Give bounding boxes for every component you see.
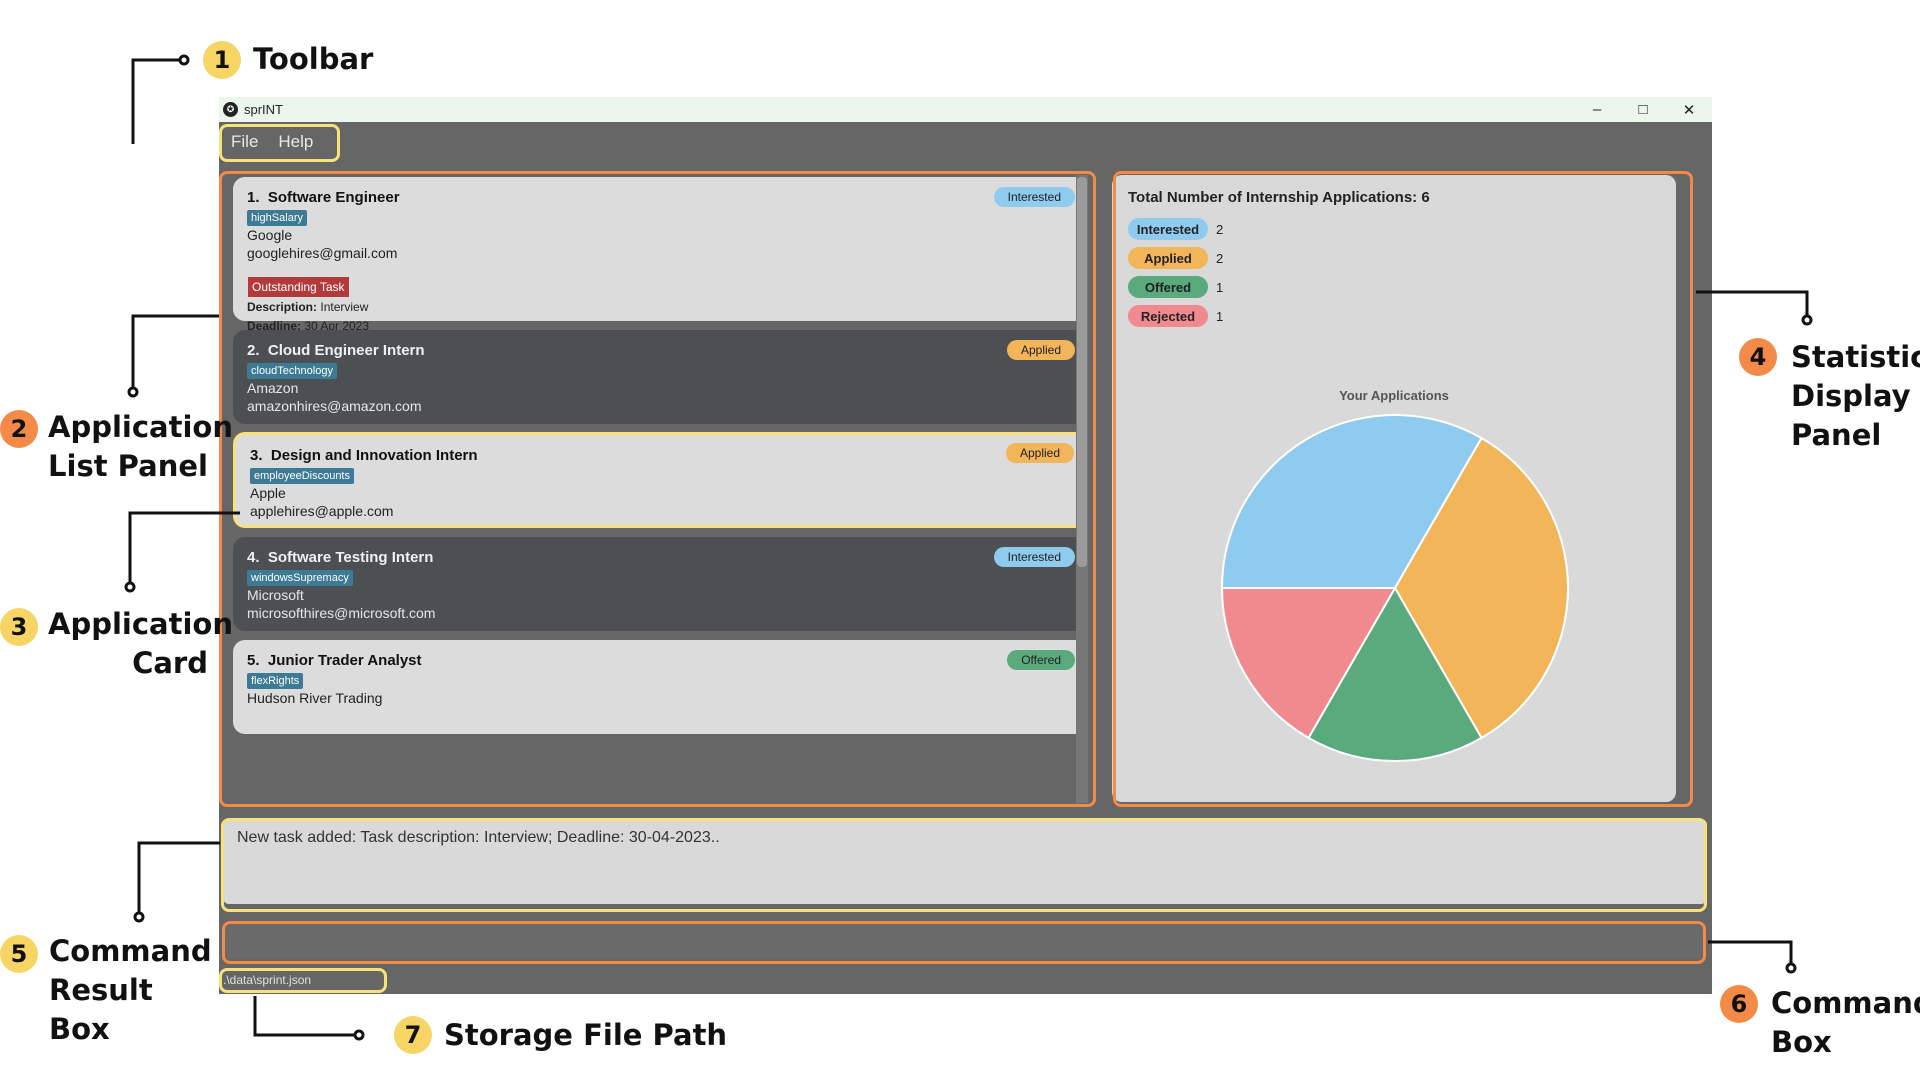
application-list-panel[interactable]: 1. Software Engineer Interested highSala… <box>233 177 1093 803</box>
annotation-label: Application List Panel <box>48 410 233 483</box>
card-tag: flexRights <box>247 673 304 689</box>
card-role: Junior Trader Analyst <box>267 652 422 669</box>
card-role: Cloud Engineer Intern <box>267 342 425 359</box>
card-index: 4. <box>247 549 260 566</box>
annotation-badge: 6 <box>1720 985 1758 1023</box>
app-logo-icon: ✪ <box>223 102 238 117</box>
applications-pie-chart <box>1220 414 1569 762</box>
annotation-label: Statistics Display Panel <box>1791 340 1920 452</box>
application-card[interactable]: 4. Software Testing Intern Interested wi… <box>233 537 1087 631</box>
annotation-label: Storage File Path <box>444 1018 728 1052</box>
legend-offered: Offered 1 <box>1128 276 1223 298</box>
card-company: Microsoft <box>247 587 304 603</box>
card-email: microsofthires@microsoft.com <box>247 605 436 621</box>
legend-label: Offered <box>1128 276 1208 298</box>
status-badge: Interested <box>993 547 1075 567</box>
legend-count: 2 <box>1216 221 1224 237</box>
legend-label: Applied <box>1128 247 1208 269</box>
card-index: 3. <box>250 447 263 464</box>
toolbar: File Help <box>219 122 333 162</box>
annotation-badge: 3 <box>0 608 38 646</box>
card-role: Design and Innovation Intern <box>270 447 478 464</box>
outstanding-task-badge: Outstanding Task <box>247 276 350 298</box>
storage-file-path: .\data\sprint.json <box>223 973 312 987</box>
annotation-label: Command Result Box <box>49 934 212 1046</box>
card-index: 1. <box>247 189 260 206</box>
card-company: Amazon <box>247 380 299 396</box>
annotation-badge: 4 <box>1739 338 1777 376</box>
card-tag: cloudTechnology <box>247 363 337 379</box>
annotation-badge: 5 <box>0 935 38 973</box>
card-email: amazonhires@amazon.com <box>247 398 422 414</box>
menu-file[interactable]: File <box>231 132 258 152</box>
task-description-label: Description: <box>247 300 318 314</box>
chart-title: Your Applications <box>1339 388 1449 403</box>
legend-label: Interested <box>1128 218 1208 240</box>
card-email: applehires@apple.com <box>250 503 394 519</box>
status-badge: Applied <box>1005 443 1074 463</box>
card-company: Hudson River Trading <box>247 690 383 706</box>
task-description: Interview <box>320 300 369 314</box>
status-badge: Interested <box>993 187 1075 207</box>
card-company: Apple <box>250 485 286 501</box>
window-title: sprINT <box>244 102 283 117</box>
minimize-button[interactable]: – <box>1574 97 1620 122</box>
annotation-badge: 7 <box>394 1016 432 1054</box>
menu-help[interactable]: Help <box>278 132 313 152</box>
maximize-button[interactable]: □ <box>1620 97 1666 122</box>
close-button[interactable]: ✕ <box>1666 97 1712 122</box>
legend-label: Rejected <box>1128 305 1208 327</box>
card-company: Google <box>247 227 293 243</box>
card-role: Software Testing Intern <box>267 549 434 566</box>
stats-total: Total Number of Internship Applications:… <box>1128 189 1430 206</box>
card-index: 5. <box>247 652 260 669</box>
card-role: Software Engineer <box>267 189 400 206</box>
legend-count: 1 <box>1216 279 1224 295</box>
status-badge: Applied <box>1006 340 1075 360</box>
card-tag: employeeDiscounts <box>250 468 354 484</box>
card-email: googlehires@gmail.com <box>247 245 398 261</box>
legend-applied: Applied 2 <box>1128 247 1223 269</box>
annotation-label: Command Box <box>1771 986 1920 1059</box>
legend-count: 1 <box>1216 308 1224 324</box>
app-window: ✪ sprINT – □ ✕ File Help 1. Software Eng… <box>219 97 1712 994</box>
title-bar: ✪ sprINT – □ ✕ <box>219 97 1712 122</box>
card-tag: windowsSupremacy <box>247 570 353 586</box>
card-tag: highSalary <box>247 210 307 226</box>
legend-interested: Interested 2 <box>1128 218 1223 240</box>
application-card[interactable]: 5. Junior Trader Analyst Offered flexRig… <box>233 640 1087 734</box>
scroll-thumb[interactable] <box>1077 177 1087 567</box>
application-card[interactable]: 2. Cloud Engineer Intern Applied cloudTe… <box>233 330 1087 424</box>
annotation-label: Toolbar <box>253 42 374 76</box>
command-result-box: New task added: Task description: Interv… <box>223 819 1707 904</box>
annotation-label: Application Card <box>48 607 233 680</box>
annotation-badge: 2 <box>0 410 38 448</box>
annotation-badge: 1 <box>203 41 241 79</box>
statistics-display-panel: Total Number of Internship Applications:… <box>1112 175 1676 802</box>
legend-count: 2 <box>1216 250 1224 266</box>
application-card[interactable]: 1. Software Engineer Interested highSala… <box>233 177 1087 333</box>
card-index: 2. <box>247 342 260 359</box>
list-scrollbar[interactable] <box>1076 175 1088 803</box>
status-badge: Offered <box>1007 650 1075 670</box>
application-card-selected[interactable]: 3. Design and Innovation Intern Applied … <box>233 432 1087 528</box>
command-box[interactable] <box>224 924 1704 959</box>
legend-rejected: Rejected 1 <box>1128 305 1223 327</box>
